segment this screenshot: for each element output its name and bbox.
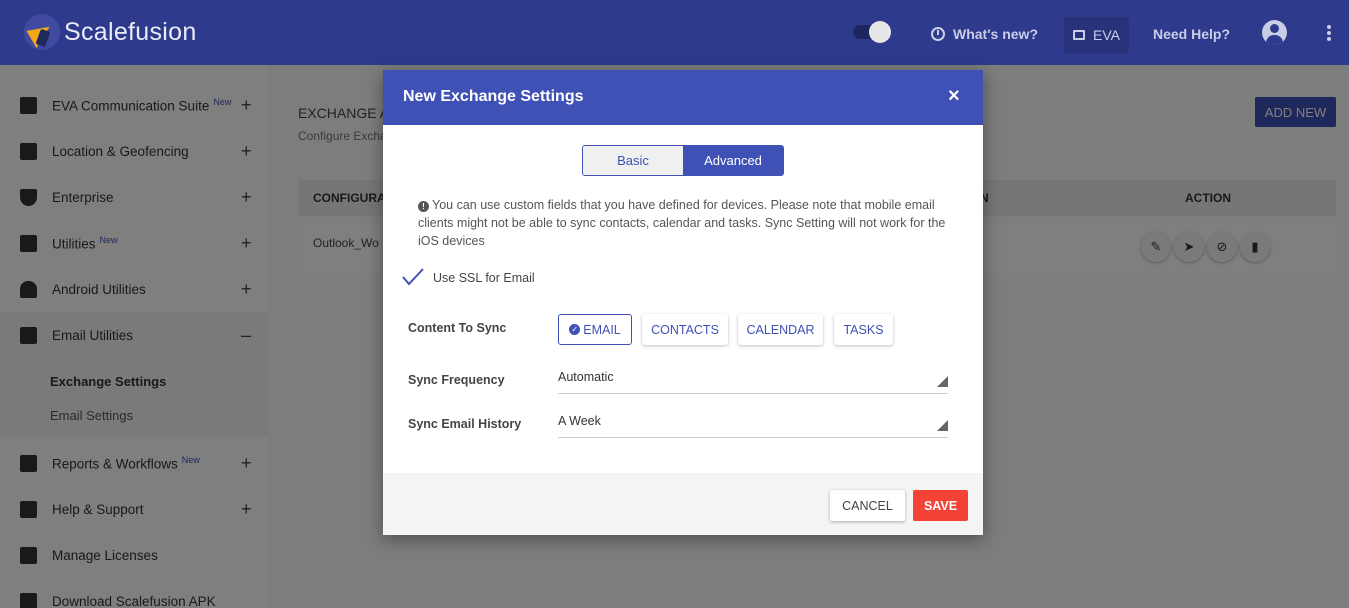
select-value: A Week [558,414,601,428]
new-exchange-settings-dialog: New Exchange Settings × Basic Advanced !… [383,70,983,535]
info-note-text: You can use custom fields that you have … [418,198,946,248]
sync-frequency-label: Sync Frequency [408,373,505,387]
chip-calendar[interactable]: CALENDAR [738,314,823,345]
chip-contacts[interactable]: CONTACTS [642,314,728,345]
chip-label: EMAIL [583,322,621,337]
tab-basic[interactable]: Basic [583,146,683,175]
info-icon: ! [418,201,429,212]
eva-label: EVA [1093,27,1120,43]
check-circle-icon: ✓ [569,324,581,335]
chat-icon [1073,30,1085,40]
sync-email-history-label: Sync Email History [408,417,522,431]
dialog-footer: CANCEL SAVE [383,473,983,535]
chip-label: CALENDAR [746,322,815,337]
whats-new-label: What's new? [953,26,1038,42]
whats-new-link[interactable]: What's new? [931,26,1038,42]
ssl-label: Use SSL for Email [433,271,535,285]
sync-frequency-select[interactable]: Automatic [558,366,948,394]
dialog-header: New Exchange Settings × [383,70,983,125]
need-help-link[interactable]: Need Help? [1153,26,1230,42]
eva-button[interactable]: EVA [1064,17,1129,53]
tab-advanced[interactable]: Advanced [683,146,783,175]
close-icon[interactable]: × [948,85,960,108]
content-to-sync-label: Content To Sync [408,321,507,335]
chip-label: TASKS [843,322,884,337]
chip-tasks[interactable]: TASKS [834,314,893,345]
chip-label: CONTACTS [651,322,719,337]
scalefusion-logo-icon [24,14,60,50]
account-icon[interactable] [1262,20,1287,45]
dropdown-arrow-icon [937,420,948,431]
clock-icon [931,27,945,41]
brand-name: Scalefusion [64,17,197,46]
dropdown-arrow-icon [937,376,948,387]
theme-toggle[interactable] [853,21,891,43]
more-menu-icon[interactable] [1327,25,1331,41]
cancel-button[interactable]: CANCEL [830,490,905,521]
ssl-checkbox[interactable] [401,267,425,287]
info-note: ! You can use custom fields that you have… [418,196,948,250]
sync-email-history-select[interactable]: A Week [558,410,948,438]
settings-tabs: Basic Advanced [582,145,784,176]
save-button[interactable]: SAVE [913,490,968,521]
brand-logo[interactable]: Scalefusion [24,14,197,50]
select-value: Automatic [558,370,614,384]
top-bar: Scalefusion What's new? EVA Need Help? [0,0,1349,65]
dialog-title: New Exchange Settings [403,88,584,105]
chip-email[interactable]: ✓ EMAIL [558,314,632,345]
